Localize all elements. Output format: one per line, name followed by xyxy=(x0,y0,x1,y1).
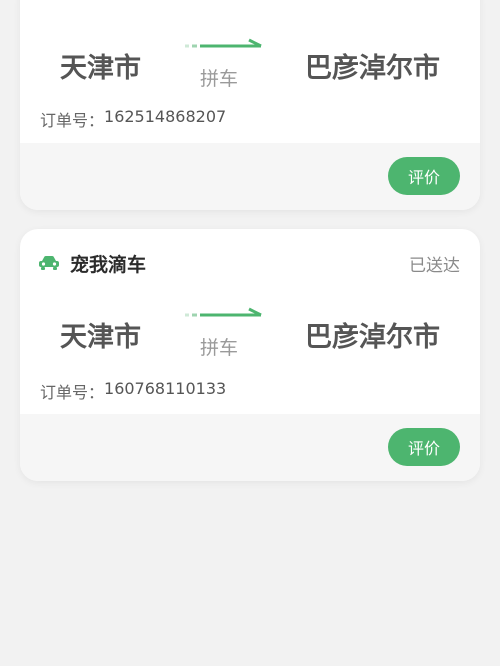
route-arrow-icon xyxy=(185,307,262,317)
route-arrow-icon xyxy=(185,38,262,48)
order-card[interactable]: 天津市 拼车 巴彦淖尔市 订单号： 162514868207 评价 xyxy=(20,0,480,210)
rate-button[interactable]: 评价 xyxy=(388,428,460,466)
car-icon xyxy=(39,256,59,270)
order-number-label: 订单号： xyxy=(40,111,105,130)
order-number: 订单号： 160768110133 xyxy=(40,379,226,403)
status-badge: 已送达 xyxy=(409,255,460,276)
card-header: 宠我滴车 已送达 xyxy=(38,251,460,276)
from-city: 天津市 xyxy=(60,53,141,84)
order-number-value: 162514868207 xyxy=(104,107,227,126)
order-number-label: 订单号： xyxy=(40,383,105,402)
trip-mode: 拼车 xyxy=(200,337,239,359)
rate-button[interactable]: 评价 xyxy=(388,157,460,195)
order-number-value: 160768110133 xyxy=(104,379,227,398)
route-row: 天津市 拼车 巴彦淖尔市 xyxy=(20,38,480,98)
to-city: 巴彦淖尔市 xyxy=(305,53,440,84)
order-card[interactable]: 宠我滴车 已送达 天津市 拼车 巴彦淖尔市 订单号： 160768110133 … xyxy=(20,229,480,481)
order-number: 订单号： 162514868207 xyxy=(40,107,226,131)
trip-mode: 拼车 xyxy=(200,68,239,90)
from-city: 天津市 xyxy=(60,322,141,353)
order-list-page: 天津市 拼车 巴彦淖尔市 订单号： 162514868207 评价 宠我滴车 已… xyxy=(0,0,500,666)
card-footer: 评价 xyxy=(20,143,480,210)
card-footer: 评价 xyxy=(20,414,480,481)
route-row: 天津市 拼车 巴彦淖尔市 xyxy=(20,307,480,367)
company-name: 宠我滴车 xyxy=(70,253,147,276)
to-city: 巴彦淖尔市 xyxy=(305,322,440,353)
